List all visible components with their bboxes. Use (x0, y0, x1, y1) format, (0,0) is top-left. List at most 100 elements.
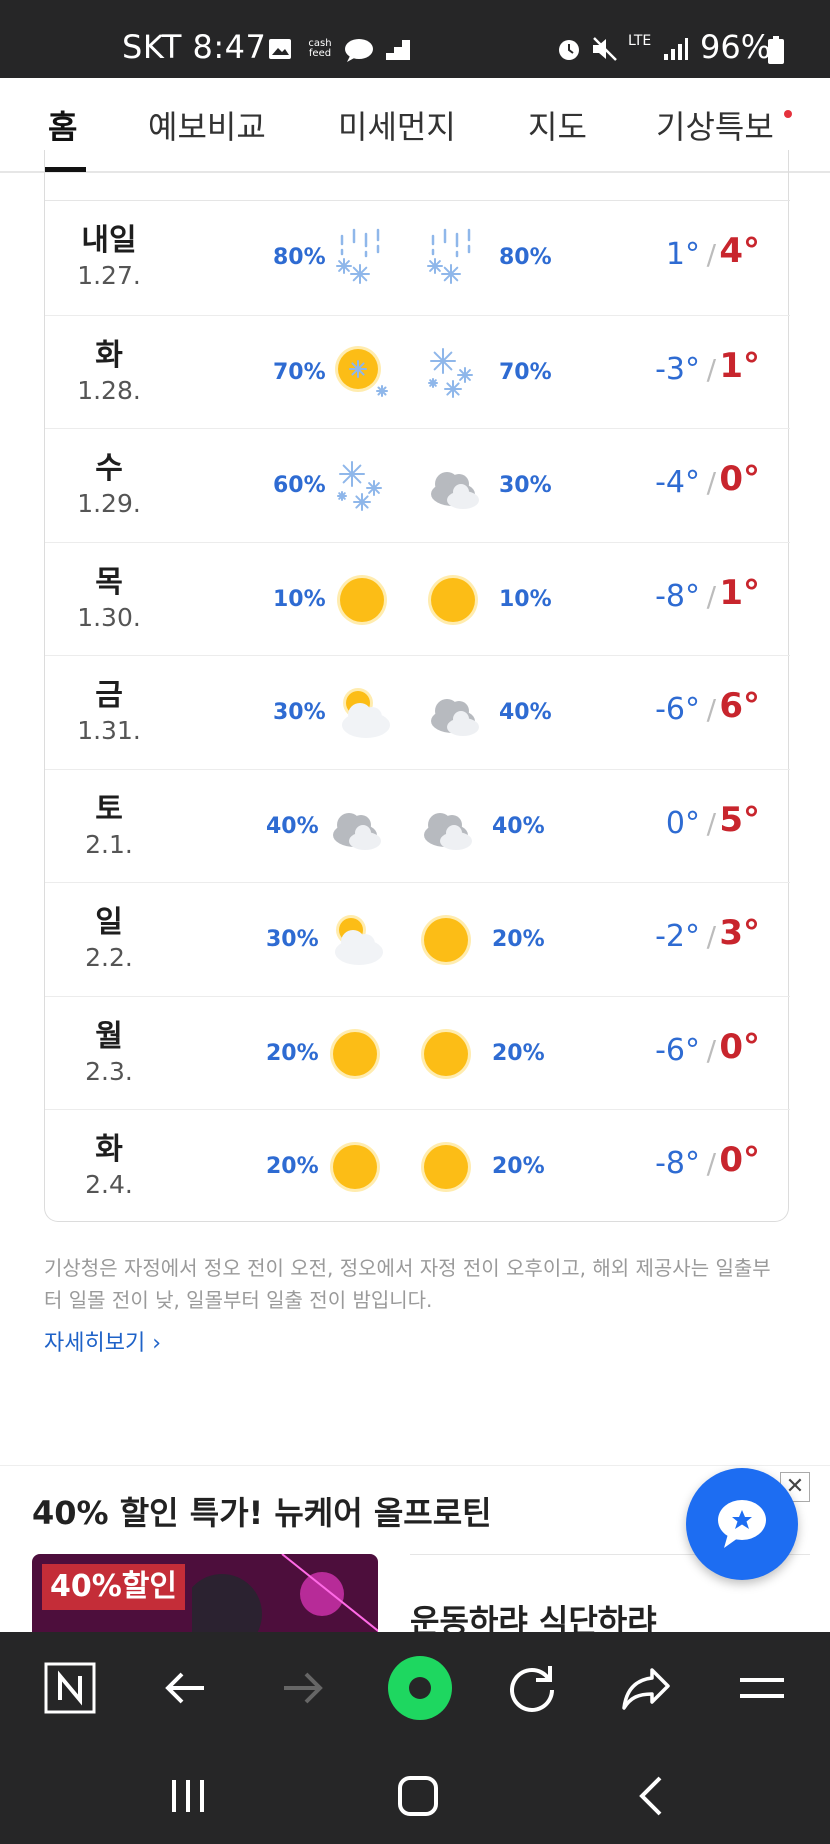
ad-discount-badge: 40%할인 (42, 1564, 186, 1610)
high-temp: 1° (719, 345, 760, 386)
low-temp: -4° (655, 465, 700, 500)
forecast-row: 목 1.30. 10% 10% -8° / 1° (45, 541, 790, 656)
forecast-date: 1.30. (77, 602, 141, 632)
partly-cloudy-icon (330, 681, 394, 745)
reload-icon[interactable] (498, 1654, 566, 1722)
forecast-date: 2.2. (85, 943, 133, 972)
temp-separator: / (706, 238, 716, 271)
ad-image[interactable]: 40%할인 (32, 1554, 378, 1634)
am-precip-percent: 30% (266, 927, 319, 952)
browser-toolbar (0, 1632, 830, 1744)
low-temp: -6° (655, 1032, 700, 1068)
am-precip-percent: 20% (266, 1040, 319, 1066)
high-temp: 0° (719, 1026, 760, 1067)
chat-star-icon (718, 1500, 766, 1548)
high-temp: 0° (719, 1140, 760, 1180)
tab-weather-warning[interactable]: 기상특보 (656, 102, 774, 148)
sun-icon (323, 1135, 387, 1199)
battery-percent: 96% (700, 28, 772, 66)
forecast-row: 화 1.28. 70% 70% -3° / 1° (45, 314, 790, 429)
cloudy-icon (323, 795, 387, 859)
pm-precip-percent: 10% (499, 586, 552, 612)
pm-precip-percent: 40% (499, 700, 552, 725)
status-bar: SKT 8:47 cash feed LTE 96% (0, 0, 830, 78)
forecast-row: 토 2.1. 40% 40% 0° / 5° (45, 768, 790, 883)
low-temp: -2° (655, 919, 700, 954)
forecast-row: 화 2.4. 20% 20% -8° / 0° (45, 1109, 790, 1223)
forecast-row: 일 2.2. 30% 20% -2° / 3° (45, 882, 790, 996)
forecast-row: 수 1.29. 60% 30% -4° / 0° (45, 428, 790, 542)
temp-separator: / (706, 920, 716, 953)
forward-icon[interactable] (268, 1654, 336, 1722)
snow-rain-icon (330, 226, 394, 290)
green-dot-icon[interactable] (380, 1648, 460, 1728)
forecast-note: 기상청은 자정에서 정오 전이 오전, 정오에서 자정 전이 오후이고, 해외 … (44, 1256, 771, 1312)
more-link-label: 자세히보기 (44, 1331, 146, 1356)
tab-fine-dust[interactable]: 미세먼지 (338, 102, 456, 148)
chat-bubble-icon (345, 39, 373, 62)
snow-icon (330, 454, 394, 518)
pm-precip-percent: 20% (492, 1040, 545, 1066)
tab-home[interactable]: 홈 (48, 102, 77, 148)
cashfeed-icon: cash feed (308, 38, 332, 59)
forecast-day: 목 (95, 564, 123, 600)
pm-precip-percent: 20% (492, 1154, 545, 1179)
battery-icon (768, 36, 784, 64)
forecast-day: 토 (95, 791, 123, 827)
sun-icon (330, 568, 394, 632)
naver-home-icon[interactable] (36, 1654, 104, 1722)
stairs-icon (386, 40, 410, 60)
high-temp: 4° (719, 231, 760, 271)
forecast-date: 2.4. (85, 1170, 133, 1199)
forecast-day: 일 (95, 905, 123, 940)
recents-icon[interactable] (158, 1766, 218, 1826)
back-nav-icon[interactable] (622, 1766, 682, 1826)
temp-separator: / (706, 579, 716, 613)
back-icon[interactable] (152, 1654, 220, 1722)
pm-precip-percent: 70% (499, 359, 552, 385)
image-icon (269, 39, 291, 59)
forecast-date: 1.28. (77, 375, 141, 405)
lte-icon: LTE (628, 33, 652, 49)
forecast-date: 1.27. (77, 261, 141, 290)
carrier-time: SKT 8:47 (122, 28, 267, 66)
weekly-forecast-card: 내일 1.27. 80% 80% 1° / 4° 화 1.28. 70% 70%… (44, 150, 790, 1223)
forecast-day: 월 (95, 1018, 123, 1054)
low-temp: -8° (655, 578, 700, 614)
forecast-row: 월 2.3. 20% 20% -6° / 0° (45, 995, 790, 1110)
tab-map[interactable]: 지도 (528, 102, 587, 148)
cloudy-icon (414, 795, 478, 859)
system-nav-bar (0, 1744, 830, 1844)
low-temp: 1° (665, 237, 700, 272)
am-precip-percent: 70% (273, 359, 326, 385)
tab-forecast-compare[interactable]: 예보비교 (148, 102, 266, 148)
snow-icon (421, 341, 485, 405)
low-temp: 0° (665, 805, 700, 841)
temp-separator: / (706, 806, 716, 840)
share-icon[interactable] (612, 1654, 680, 1722)
ad-photo (192, 1554, 378, 1634)
low-temp: -6° (655, 692, 700, 727)
temp-separator: / (706, 1033, 716, 1067)
menu-icon[interactable] (728, 1654, 796, 1722)
temp-separator: / (706, 466, 716, 499)
forecast-day: 수 (95, 451, 123, 486)
temp-separator: / (706, 352, 716, 386)
forecast-row: 내일 1.27. 80% 80% 1° / 4° (45, 201, 790, 315)
high-temp: 0° (719, 459, 760, 499)
snow-rain-icon (421, 226, 485, 290)
more-link[interactable]: 자세히보기 › (44, 1325, 161, 1357)
high-temp: 3° (719, 913, 760, 953)
forecast-day: 금 (95, 678, 123, 713)
ad-title[interactable]: 40% 할인 특가! 뉴케어 올프로틴 (32, 1488, 492, 1534)
chatbot-button[interactable] (686, 1468, 798, 1580)
cloudy-icon (421, 681, 485, 745)
am-precip-percent: 60% (273, 473, 326, 498)
forecast-date: 1.29. (77, 489, 141, 518)
forecast-date: 1.31. (77, 716, 141, 745)
cloudy-icon (421, 454, 485, 518)
home-icon[interactable] (388, 1766, 448, 1826)
chevron-right-icon: › (152, 1331, 162, 1356)
temp-separator: / (706, 693, 716, 726)
sun-icon (414, 908, 478, 972)
